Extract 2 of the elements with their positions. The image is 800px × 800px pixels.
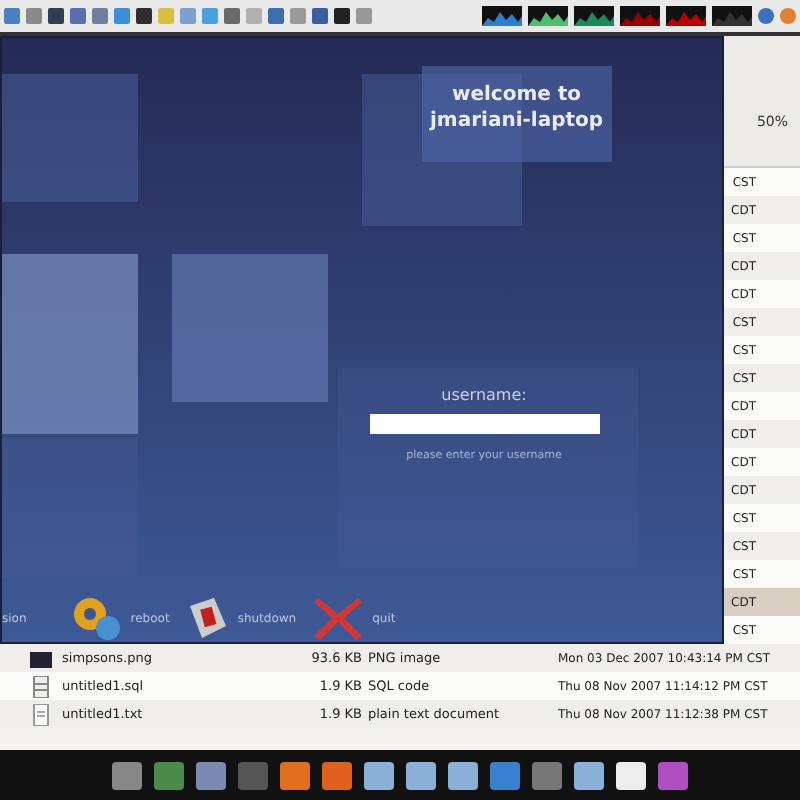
username-label: username: <box>441 386 527 404</box>
welcome-heading: welcome to jmariani-laptop <box>430 82 604 134</box>
